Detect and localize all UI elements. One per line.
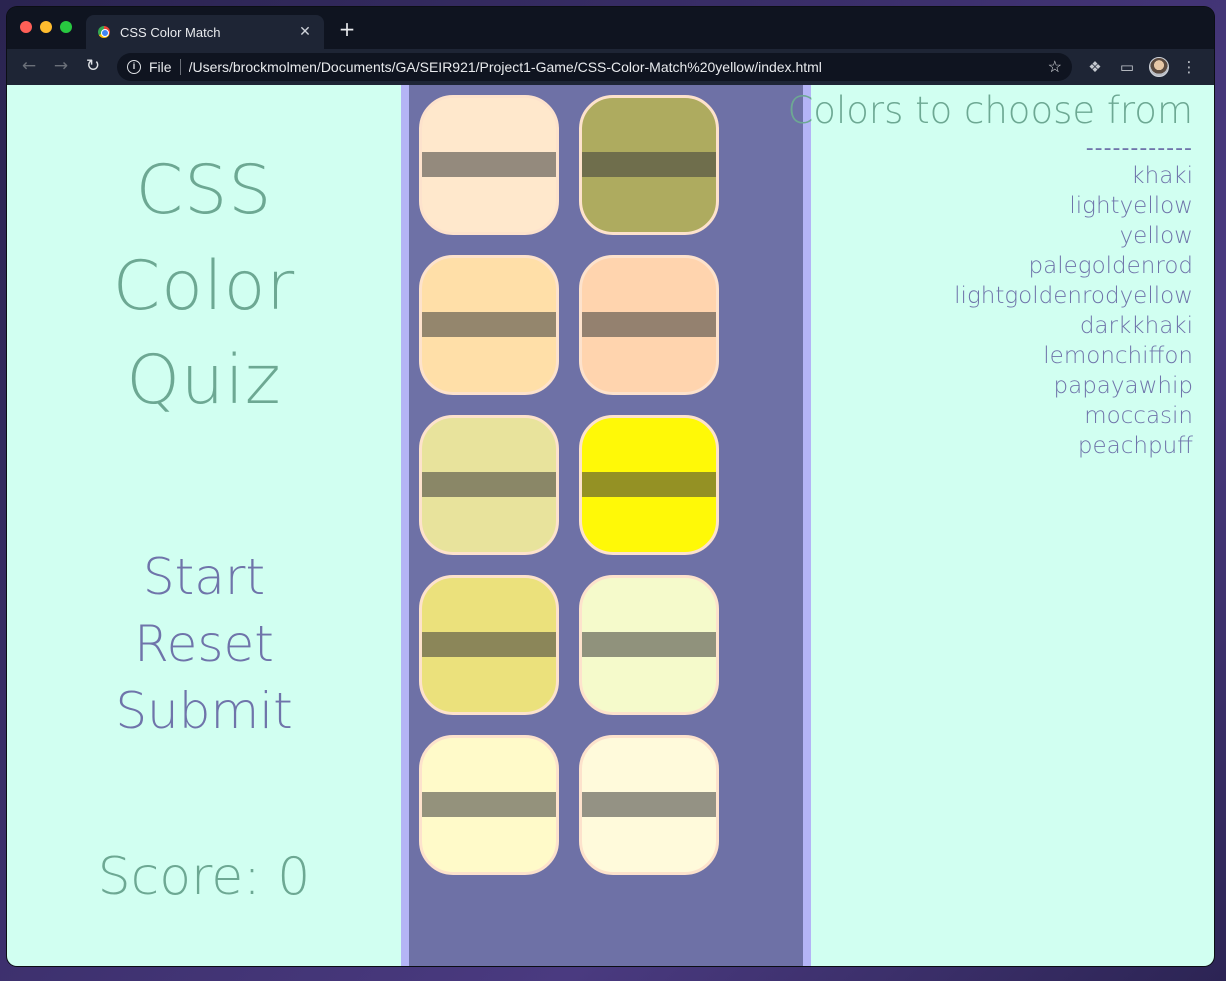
color-card[interactable] xyxy=(419,255,559,395)
color-option[interactable]: moccasin xyxy=(954,401,1193,431)
more-menu-icon[interactable]: ⋮ xyxy=(1179,58,1199,76)
game-title-line-2: Color xyxy=(112,247,296,326)
tab-title: CSS Color Match xyxy=(120,24,221,40)
bookmark-star-icon[interactable]: ☆ xyxy=(1048,57,1062,77)
color-card[interactable] xyxy=(579,735,719,875)
zoom-window-button[interactable] xyxy=(60,21,72,33)
submit-button[interactable]: Submit xyxy=(7,682,401,740)
address-bar[interactable]: i File /Users/brockmolmen/Documents/GA/S… xyxy=(117,53,1072,81)
choices-heading: Colors to choose from xyxy=(787,89,1193,132)
info-icon[interactable]: i xyxy=(127,60,141,74)
color-card[interactable] xyxy=(579,95,719,235)
browser-window: CSS Color Match ✕ + ← → ↻ i File /Users/… xyxy=(7,7,1214,966)
minimize-window-button[interactable] xyxy=(40,21,52,33)
reload-icon[interactable]: ↻ xyxy=(78,56,108,76)
card-grid xyxy=(409,85,803,966)
forward-arrow-icon[interactable]: → xyxy=(46,56,76,76)
card-label-bar xyxy=(582,312,716,337)
choices-divider: ------------ xyxy=(1085,136,1193,161)
color-option[interactable]: papayawhip xyxy=(954,371,1193,401)
browser-toolbar: ← → ↻ i File /Users/brockmolmen/Document… xyxy=(7,49,1214,85)
tab-close-icon[interactable]: ✕ xyxy=(294,24,316,40)
game-title-line-1: CSS xyxy=(135,151,273,230)
card-label-bar xyxy=(422,152,556,177)
color-option[interactable]: lightgoldenrodyellow xyxy=(954,281,1193,311)
color-option[interactable]: darkkhaki xyxy=(954,311,1193,341)
color-card[interactable] xyxy=(419,415,559,555)
extensions-puzzle-icon[interactable]: ❖ xyxy=(1085,58,1105,76)
close-window-button[interactable] xyxy=(20,21,32,33)
color-card-board xyxy=(401,85,811,966)
profile-avatar[interactable] xyxy=(1149,57,1169,77)
game-controls-panel: CSS Color Quiz Start Reset Submit Score:… xyxy=(7,85,401,966)
game-title-line-3: Quiz xyxy=(126,341,282,420)
tab-css-color-match[interactable]: CSS Color Match ✕ xyxy=(86,15,324,49)
color-card[interactable] xyxy=(579,575,719,715)
color-card[interactable] xyxy=(419,95,559,235)
card-label-bar xyxy=(582,632,716,657)
card-label-bar xyxy=(582,792,716,817)
page-viewport: CSS Color Quiz Start Reset Submit Score:… xyxy=(7,85,1214,966)
address-divider xyxy=(179,59,181,75)
url-text[interactable]: /Users/brockmolmen/Documents/GA/SEIR921/… xyxy=(189,59,1048,75)
card-label-bar xyxy=(582,472,716,497)
color-option[interactable]: palegoldenrod xyxy=(954,251,1193,281)
card-label-bar xyxy=(422,632,556,657)
color-card[interactable] xyxy=(579,415,719,555)
new-tab-button[interactable]: + xyxy=(335,18,359,40)
color-choices-panel: Colors to choose from ------------ khaki… xyxy=(787,85,1214,966)
card-label-bar xyxy=(422,312,556,337)
card-label-bar xyxy=(422,472,556,497)
color-name-list: khaki lightyellow yellow palegoldenrod l… xyxy=(954,161,1193,461)
back-arrow-icon[interactable]: ← xyxy=(14,56,44,76)
chrome-favicon-icon xyxy=(98,26,110,38)
tab-bar: CSS Color Match ✕ + xyxy=(7,7,1214,49)
start-button[interactable]: Start xyxy=(7,548,401,606)
cast-icon[interactable]: ▭ xyxy=(1117,58,1137,76)
color-card[interactable] xyxy=(419,735,559,875)
color-card[interactable] xyxy=(579,255,719,395)
file-label: File xyxy=(149,59,172,75)
color-option[interactable]: peachpuff xyxy=(954,431,1193,461)
color-card[interactable] xyxy=(419,575,559,715)
color-option[interactable]: yellow xyxy=(954,221,1193,251)
reset-button[interactable]: Reset xyxy=(7,615,401,673)
color-option[interactable]: lemonchiffon xyxy=(954,341,1193,371)
score-display: Score: 0 xyxy=(97,847,311,907)
card-label-bar xyxy=(422,792,556,817)
card-label-bar xyxy=(582,152,716,177)
color-option[interactable]: khaki xyxy=(954,161,1193,191)
color-option[interactable]: lightyellow xyxy=(954,191,1193,221)
